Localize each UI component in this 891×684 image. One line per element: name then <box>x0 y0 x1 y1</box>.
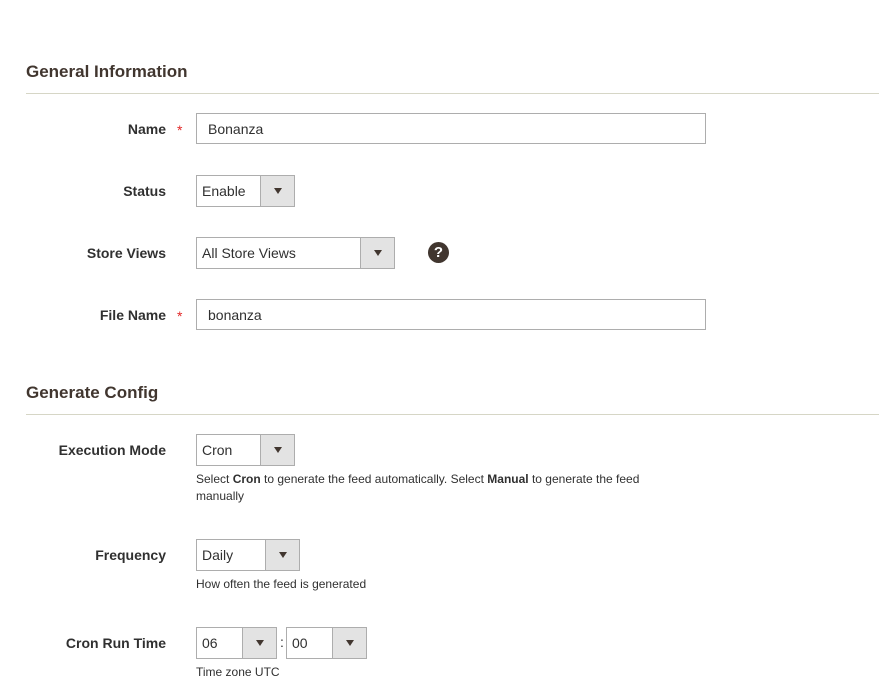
frequency-select[interactable]: Daily <box>196 539 300 571</box>
chevron-down-icon <box>273 188 282 194</box>
status-select[interactable]: Enable <box>196 175 295 207</box>
execution-mode-select-value: Cron <box>202 442 233 458</box>
note-text: to generate the feed <box>528 472 640 486</box>
execution-mode-note: Select Cron to generate the feed automat… <box>196 471 676 505</box>
question-circle-icon[interactable]: ? <box>428 242 449 263</box>
chevron-down-icon <box>278 552 287 558</box>
required-marker: * <box>177 122 183 138</box>
hour-select-value: 06 <box>202 635 218 651</box>
time-zone-note: Time zone UTC <box>196 665 280 679</box>
frequency-note: How often the feed is generated <box>196 577 367 591</box>
status-label: Status <box>123 183 166 199</box>
chevron-down-icon <box>345 640 354 646</box>
frequency-label: Frequency <box>95 547 166 563</box>
required-marker: * <box>177 308 183 324</box>
execution-mode-dropdown-button[interactable] <box>260 435 294 465</box>
execution-mode-label: Execution Mode <box>58 442 166 458</box>
section-title-general: General Information <box>26 62 188 81</box>
note-text: to generate the feed automatically. Sele… <box>260 472 488 486</box>
note-bold-cron: Cron <box>232 472 261 486</box>
minute-select-value: 00 <box>292 635 308 651</box>
minute-select[interactable]: 00 <box>286 627 367 659</box>
name-label: Name <box>127 121 166 137</box>
time-separator: : <box>280 634 284 650</box>
status-dropdown-button[interactable] <box>260 176 294 206</box>
note-text: manually <box>196 489 245 503</box>
note-bold-manual: Manual <box>487 472 529 486</box>
store-views-label: Store Views <box>86 245 166 261</box>
cron-run-time-label: Cron Run Time <box>65 635 166 651</box>
hour-select[interactable]: 06 <box>196 627 277 659</box>
chevron-down-icon <box>273 447 282 453</box>
frequency-select-value: Daily <box>202 547 234 563</box>
status-select-value: Enable <box>202 183 246 199</box>
execution-mode-select[interactable]: Cron <box>196 434 295 466</box>
name-input[interactable] <box>196 113 706 144</box>
chevron-down-icon <box>255 640 264 646</box>
store-views-select-value: All Store Views <box>202 245 296 261</box>
store-views-dropdown-button[interactable] <box>360 238 394 268</box>
section-divider <box>26 93 879 94</box>
file-name-input[interactable] <box>196 299 706 330</box>
hour-dropdown-button[interactable] <box>242 628 276 658</box>
chevron-down-icon <box>373 250 382 256</box>
note-text: Select <box>196 472 233 486</box>
store-views-select[interactable]: All Store Views <box>196 237 395 269</box>
file-name-label: File Name <box>99 307 166 323</box>
section-divider <box>26 414 879 415</box>
section-title-generate-config: Generate Config <box>26 383 159 402</box>
frequency-dropdown-button[interactable] <box>265 540 299 570</box>
minute-dropdown-button[interactable] <box>332 628 366 658</box>
